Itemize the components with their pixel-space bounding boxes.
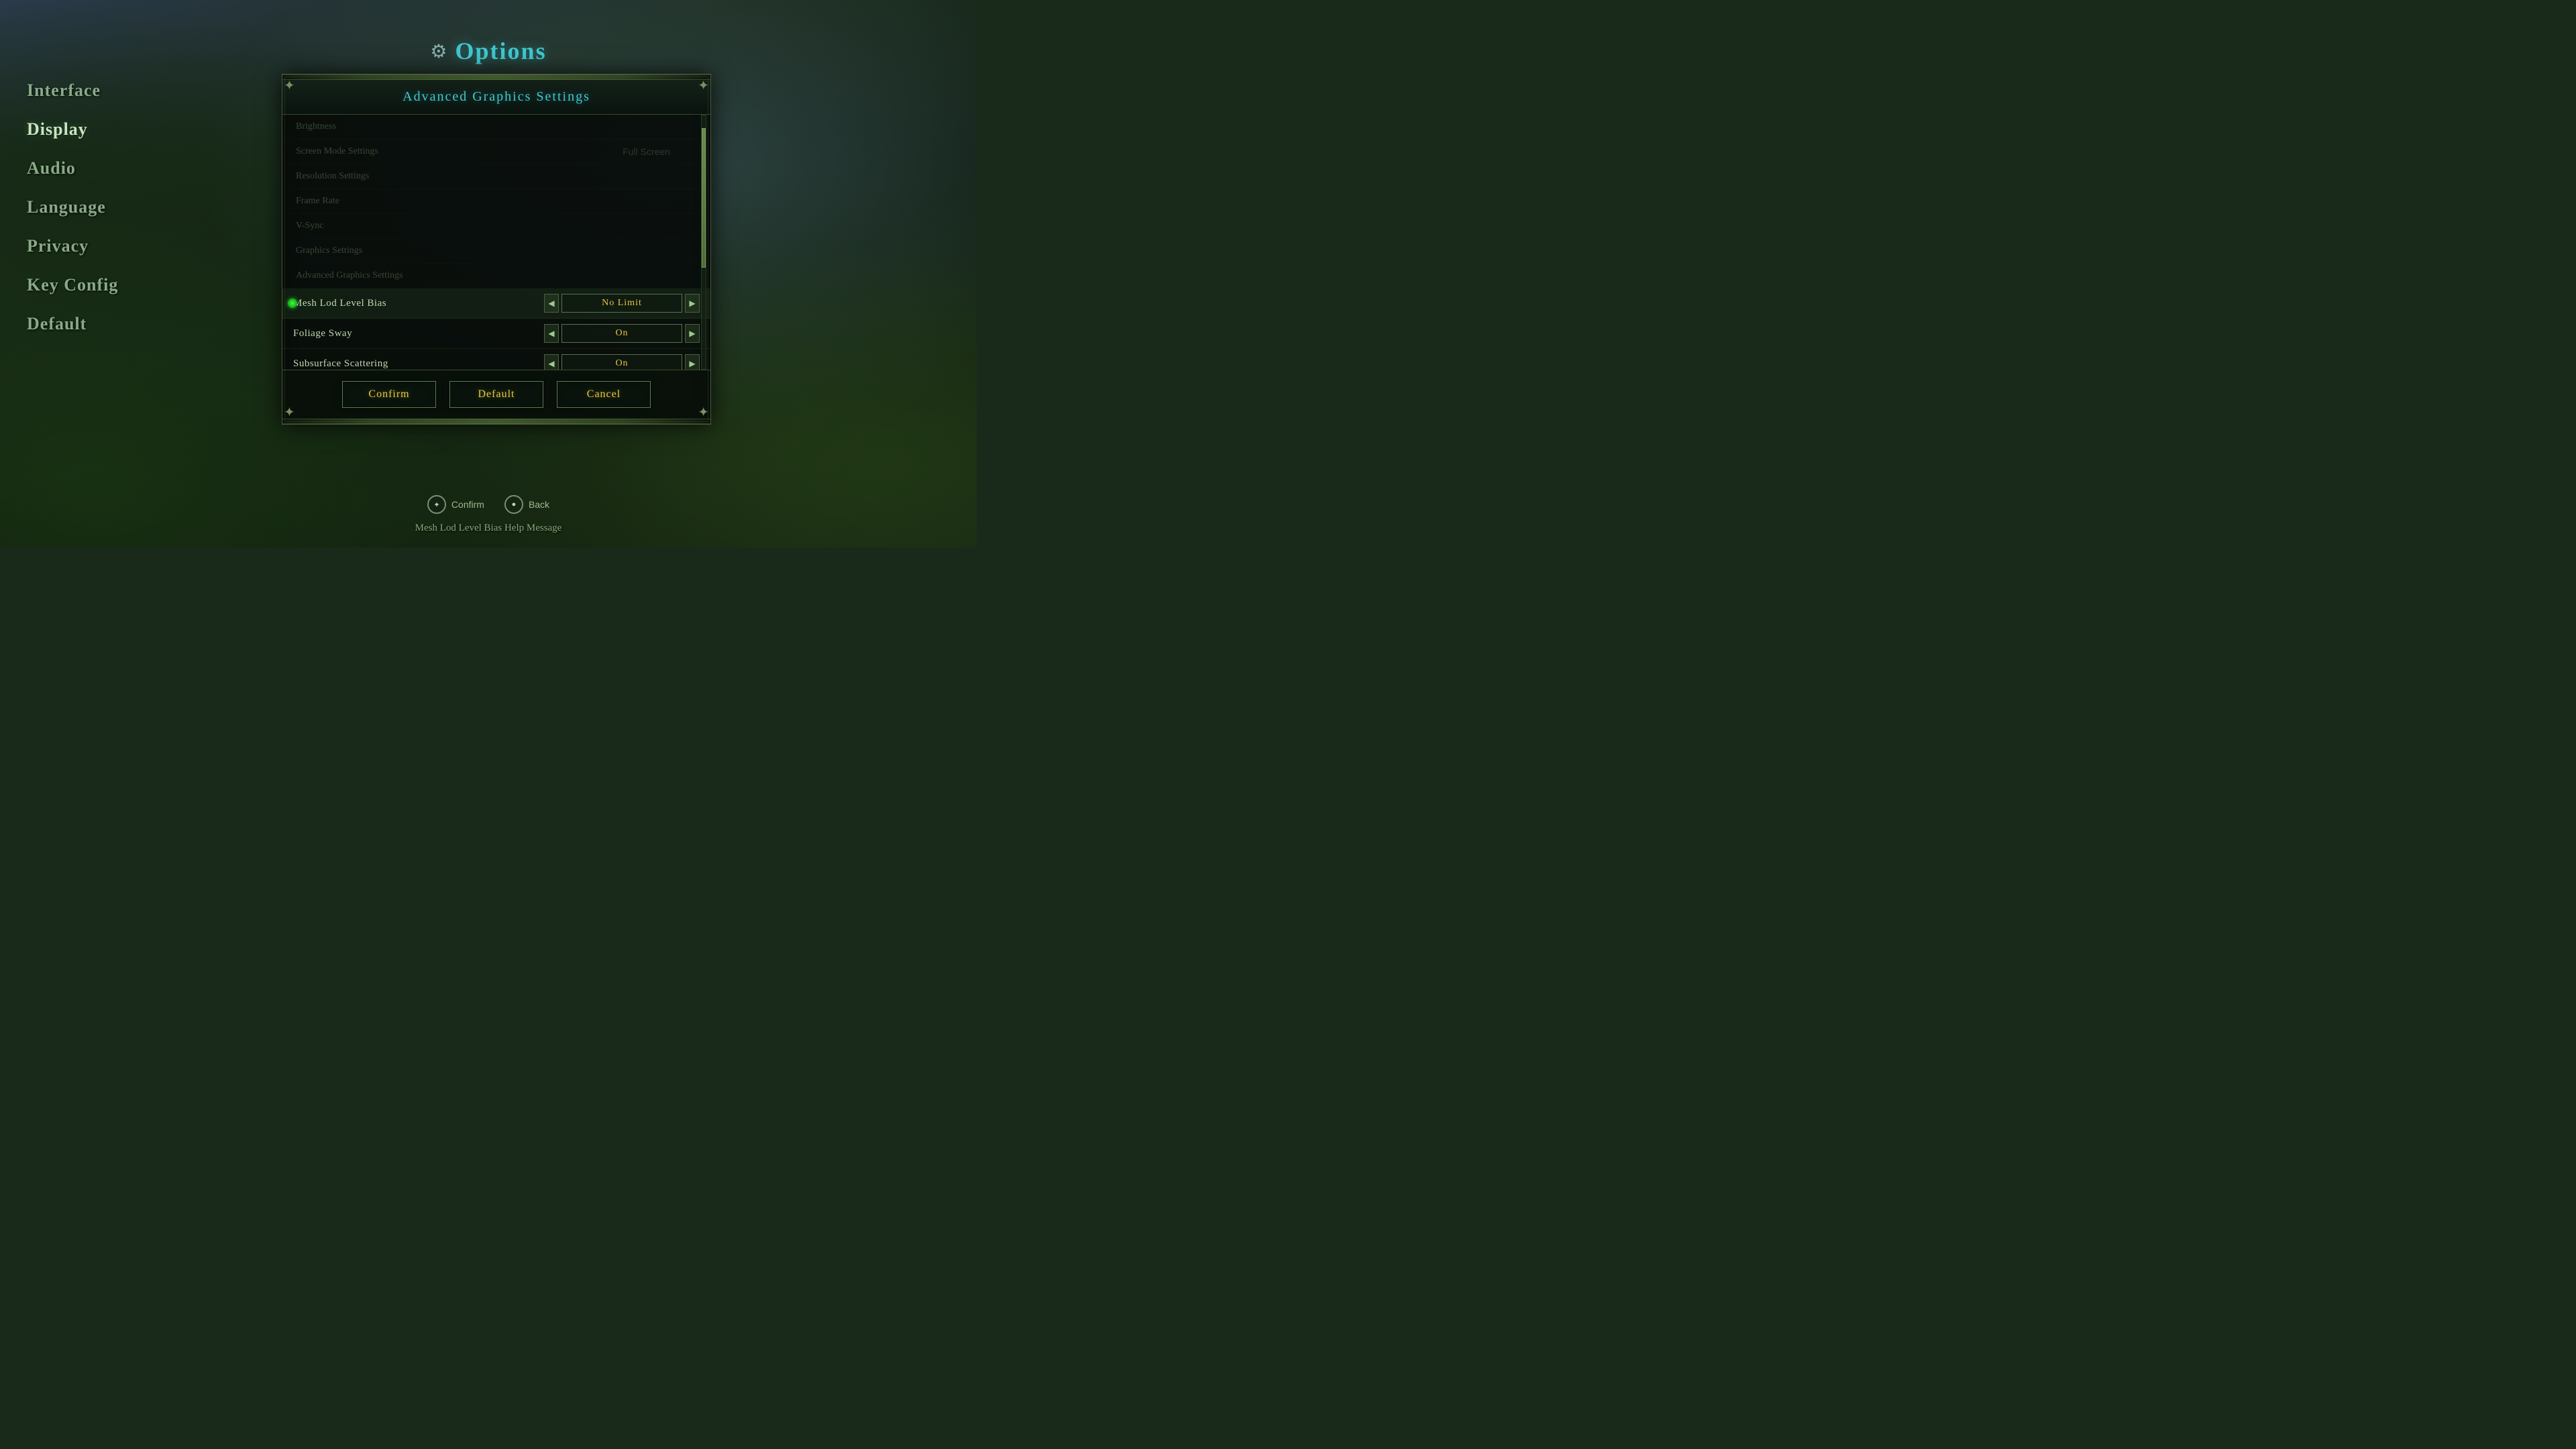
sidebar-item-interface[interactable]: Interface bbox=[27, 80, 118, 101]
arrow-right-mesh-lod[interactable]: ▶ bbox=[685, 294, 700, 313]
settings-scroll[interactable]: Brightness Screen Mode Settings Full Scr… bbox=[282, 115, 710, 370]
sidebar-item-audio[interactable]: Audio bbox=[27, 158, 118, 178]
setting-row-foliage-sway[interactable]: Foliage Sway ◀ On ▶ bbox=[282, 319, 710, 349]
dimmed-advanced: Advanced Graphics Settings bbox=[282, 264, 710, 288]
sidebar-item-language[interactable]: Language bbox=[27, 197, 118, 217]
cancel-button[interactable]: Cancel bbox=[557, 381, 651, 408]
confirm-hint-label: Confirm bbox=[451, 499, 484, 510]
dimmed-vsync: V-Sync bbox=[282, 214, 710, 239]
value-subsurface: On bbox=[561, 354, 682, 370]
page-title-area: ⚙ Options bbox=[0, 37, 977, 65]
sidebar: Interface Display Audio Language Privacy… bbox=[27, 80, 118, 334]
value-foliage-sway: On bbox=[561, 324, 682, 343]
sidebar-item-privacy[interactable]: Privacy bbox=[27, 236, 118, 256]
value-mesh-lod: No Limit bbox=[561, 294, 682, 313]
settings-area: Brightness Screen Mode Settings Full Scr… bbox=[282, 115, 710, 370]
gear-icon: ⚙ bbox=[430, 40, 447, 62]
controller-hints: ✦ Confirm ● Back bbox=[0, 495, 977, 514]
dimmed-framerate: Frame Rate bbox=[282, 189, 710, 214]
sidebar-item-keyconfig[interactable]: Key Config bbox=[27, 275, 118, 295]
setting-row-mesh-lod[interactable]: Mesh Lod Level Bias ◀ No Limit ▶ bbox=[282, 288, 710, 319]
dimmed-brightness: Brightness bbox=[282, 115, 710, 140]
arrow-right-subsurface[interactable]: ▶ bbox=[685, 354, 700, 370]
scrollbar-thumb[interactable] bbox=[702, 128, 706, 268]
back-hint-label: Back bbox=[529, 499, 549, 510]
dimmed-resolution: Resolution Settings bbox=[282, 164, 710, 189]
back-hint: ● Back bbox=[504, 495, 549, 514]
back-btn-icon: ● bbox=[504, 495, 523, 514]
setting-control-mesh-lod: ◀ No Limit ▶ bbox=[544, 294, 700, 313]
dialog-buttons: Confirm Default Cancel bbox=[282, 370, 710, 419]
arrow-left-subsurface[interactable]: ◀ bbox=[544, 354, 559, 370]
setting-row-subsurface[interactable]: Subsurface Scattering ◀ On ▶ bbox=[282, 349, 710, 370]
arrow-left-foliage[interactable]: ◀ bbox=[544, 324, 559, 343]
confirm-hint: ✦ Confirm bbox=[427, 495, 484, 514]
sidebar-item-default[interactable]: Default bbox=[27, 314, 118, 334]
corner-tl: ✦ bbox=[284, 76, 304, 96]
corner-tr: ✦ bbox=[689, 76, 709, 96]
setting-label-mesh-lod: Mesh Lod Level Bias bbox=[293, 298, 386, 309]
confirm-btn-icon: ✦ bbox=[427, 495, 446, 514]
help-text: Mesh Lod Level Bias Help Message bbox=[0, 523, 977, 534]
corner-bl: ✦ bbox=[284, 402, 304, 423]
setting-control-foliage-sway: ◀ On ▶ bbox=[544, 324, 700, 343]
panel-border-top bbox=[282, 74, 710, 80]
corner-br: ✦ bbox=[689, 402, 709, 423]
setting-label-subsurface: Subsurface Scattering bbox=[293, 358, 388, 370]
panel-border-bottom bbox=[282, 419, 710, 424]
dimmed-screen-mode: Screen Mode Settings Full Screen bbox=[282, 140, 710, 164]
confirm-button[interactable]: Confirm bbox=[342, 381, 436, 408]
sidebar-item-display[interactable]: Display bbox=[27, 119, 118, 140]
arrow-right-foliage[interactable]: ▶ bbox=[685, 324, 700, 343]
dialog-title: Advanced Graphics Settings bbox=[402, 89, 590, 104]
page-title: Options bbox=[455, 37, 547, 65]
dimmed-graphics: Graphics Settings bbox=[282, 239, 710, 264]
setting-label-foliage-sway: Foliage Sway bbox=[293, 328, 352, 339]
dialog-header: Advanced Graphics Settings bbox=[282, 80, 710, 115]
selection-indicator bbox=[288, 299, 297, 308]
arrow-left-mesh-lod[interactable]: ◀ bbox=[544, 294, 559, 313]
default-button[interactable]: Default bbox=[449, 381, 543, 408]
dialog-panel: ✦ ✦ Advanced Graphics Settings Brightnes… bbox=[282, 74, 711, 425]
scrollbar-track[interactable] bbox=[701, 115, 706, 370]
setting-control-subsurface: ◀ On ▶ bbox=[544, 354, 700, 370]
